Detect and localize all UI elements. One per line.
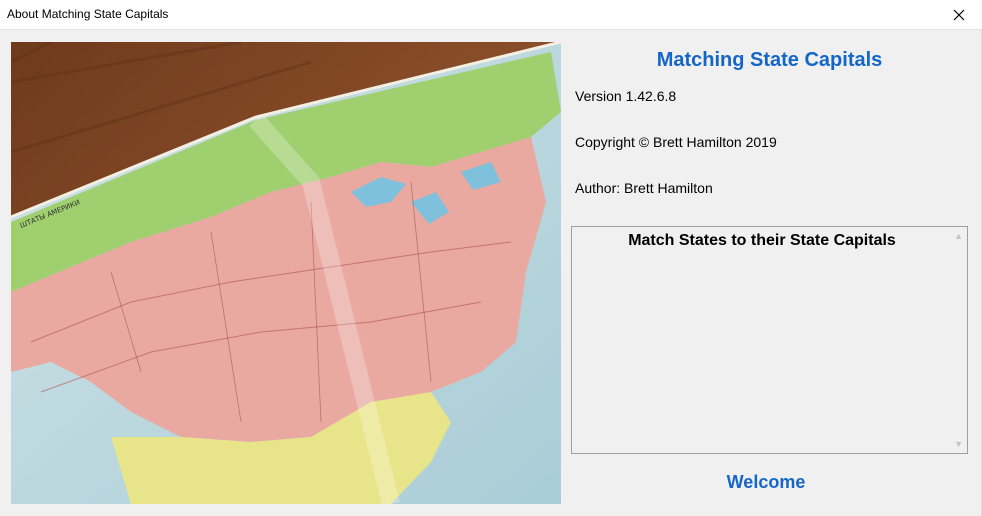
us-map-image: ШТАТЫ АМЕРИКИ bbox=[11, 42, 561, 504]
title-bar: About Matching State Capitals bbox=[0, 0, 982, 30]
description-textbox[interactable]: Match States to their State Capitals ▲ ▼ bbox=[571, 226, 968, 454]
author-label: Author: Brett Hamilton bbox=[575, 180, 713, 196]
app-title: Matching State Capitals bbox=[656, 49, 883, 71]
copyright-label: Copyright © Brett Hamilton 2019 bbox=[575, 134, 777, 150]
scroll-down-icon[interactable]: ▼ bbox=[954, 439, 963, 449]
scroll-up-icon[interactable]: ▲ bbox=[954, 231, 963, 241]
description-scrollbar[interactable]: ▲ ▼ bbox=[950, 227, 967, 453]
description-text: Match States to their State Capitals bbox=[628, 232, 896, 249]
close-button[interactable] bbox=[936, 0, 982, 29]
window-title: About Matching State Capitals bbox=[7, 7, 169, 21]
close-icon bbox=[953, 9, 965, 20]
version-label: Version 1.42.6.8 bbox=[575, 88, 677, 104]
welcome-label: Welcome bbox=[726, 472, 806, 492]
